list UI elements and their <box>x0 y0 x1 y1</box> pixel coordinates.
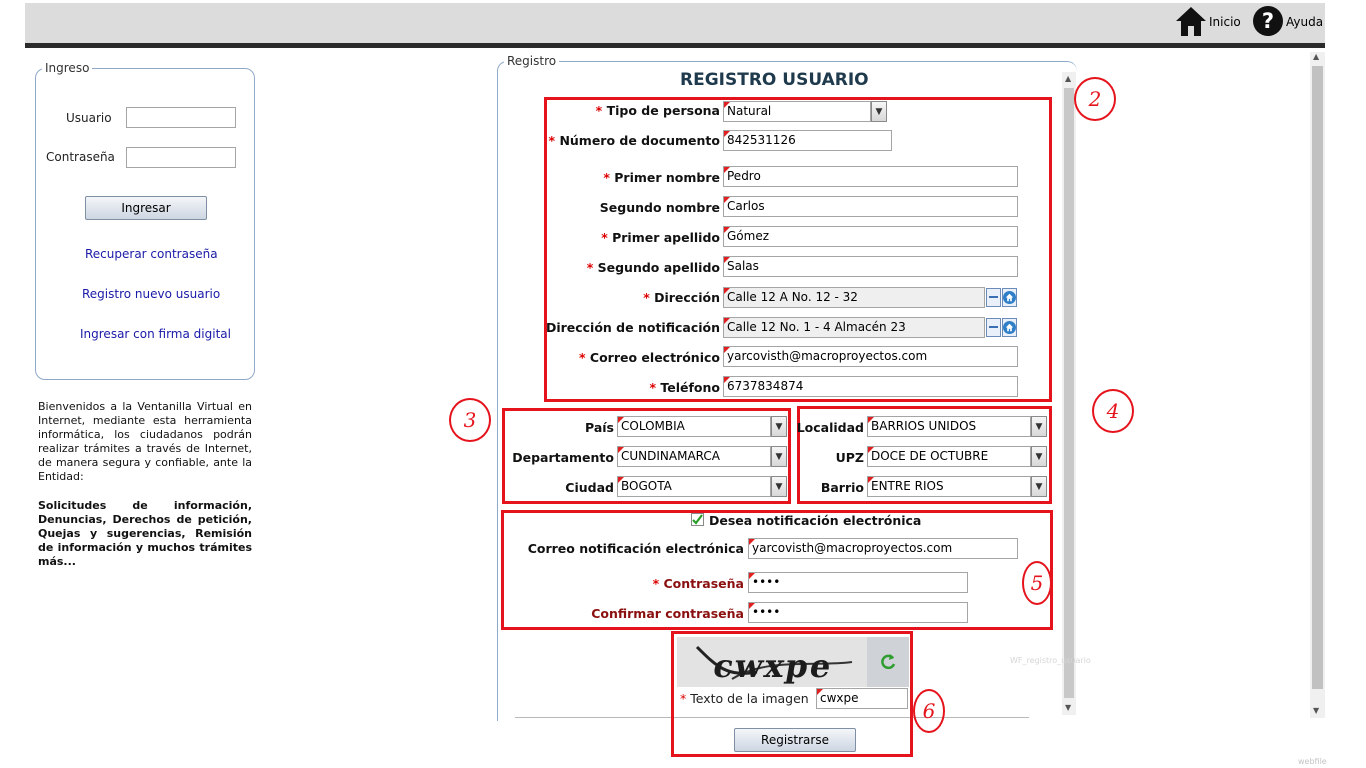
usuario-input[interactable] <box>126 107 236 128</box>
registro-nuevo-usuario-link[interactable]: Registro nuevo usuario <box>82 287 220 301</box>
direccion-notificacion-label: Dirección de notificación <box>545 320 720 335</box>
refresh-icon <box>881 654 896 670</box>
registro-legend: Registro <box>504 54 560 68</box>
scroll-up-arrow-icon[interactable]: ▲ <box>1313 52 1319 61</box>
telefono-label: * Teléfono <box>649 380 720 395</box>
barrio-label: Barrio <box>820 480 864 495</box>
captcha-input[interactable]: cwxpe <box>816 688 908 709</box>
captcha-text: cwxpe <box>711 647 836 685</box>
chevron-down-icon[interactable]: ▼ <box>771 476 787 497</box>
scroll-down-arrow-icon[interactable]: ▼ <box>1313 706 1319 715</box>
top-bar-divider <box>25 43 1325 48</box>
numero-documento-label: * Número de documento <box>548 133 720 148</box>
annotation-number-4: 4 <box>1092 389 1134 433</box>
form-scrollbar-thumb[interactable] <box>1064 88 1074 698</box>
chevron-down-icon[interactable]: ▼ <box>871 101 887 122</box>
top-bar <box>25 3 1325 43</box>
captcha-image: cwxpe <box>677 637 867 687</box>
ciudad-label: Ciudad <box>565 480 614 495</box>
notificacion-checkbox-label: Desea notificación electrónica <box>709 513 922 528</box>
pais-select[interactable]: COLOMBIA <box>617 416 771 437</box>
footer-ghost-text: webfile <box>1298 757 1327 766</box>
captcha-label: * Texto de la imagen <box>680 691 809 706</box>
ciudad-select[interactable]: BOGOTA <box>617 476 771 497</box>
tipo-persona-select[interactable]: Natural <box>723 101 871 122</box>
svg-text:?: ? <box>1262 9 1274 33</box>
form-scroll-down-icon[interactable]: ▼ <box>1065 703 1071 712</box>
inicio-label: Inicio <box>1209 15 1241 29</box>
chevron-down-icon[interactable]: ▼ <box>1031 416 1047 437</box>
direccion-label: * Dirección <box>643 290 720 305</box>
correo-notificacion-input[interactable]: yarcovisth@macroproyectos.com <box>748 538 1018 559</box>
contrasena-input[interactable] <box>126 147 236 168</box>
correo-notificacion-label: Correo notificación electrónica <box>527 541 744 556</box>
telefono-input[interactable]: 6737834874 <box>723 376 1018 397</box>
contrasena-label: Contraseña <box>46 150 115 164</box>
localidad-label: Localidad <box>796 420 864 435</box>
annotation-number-6: 6 <box>913 689 945 733</box>
notificacion-checkbox[interactable] <box>691 513 704 526</box>
confirmar-contrasena-input[interactable]: •••• <box>748 602 968 623</box>
direccion-input[interactable]: Calle 12 A No. 12 - 32 <box>723 287 985 308</box>
usuario-label: Usuario <box>66 111 112 125</box>
segundo-apellido-label: * Segundo apellido <box>586 260 720 275</box>
annotation-number-2: 2 <box>1074 77 1116 121</box>
page-title: REGISTRO USUARIO <box>680 70 869 90</box>
upz-label: UPZ <box>835 450 864 465</box>
annotation-number-5: 5 <box>1022 561 1052 605</box>
form-scroll-up-icon[interactable]: ▲ <box>1065 74 1071 83</box>
window-scrollbar[interactable] <box>1352 0 1366 768</box>
segundo-nombre-input[interactable]: Carlos <box>723 196 1018 217</box>
welcome-text: Bienvenidos a la Ventanilla Virtual en I… <box>38 400 252 483</box>
registrarse-button[interactable]: Registrarse <box>734 728 856 752</box>
primer-apellido-input[interactable]: Gómez <box>723 226 1018 247</box>
correo-input[interactable]: yarcovisth@macroproyectos.com <box>723 346 1018 367</box>
page-scrollbar-thumb[interactable] <box>1312 66 1323 689</box>
form-id-ghost-text: WF_registro_usuario <box>1010 656 1091 665</box>
checkmark-icon <box>692 514 703 525</box>
upz-select[interactable]: DOCE DE OCTUBRE <box>867 446 1031 467</box>
primer-apellido-label: * Primer apellido <box>601 230 720 245</box>
minus-icon[interactable] <box>986 318 1001 337</box>
home-address-icon[interactable] <box>1002 318 1017 337</box>
firma-digital-link[interactable]: Ingresar con firma digital <box>80 327 231 341</box>
confirmar-contrasena-label: Confirmar contraseña <box>591 606 744 621</box>
minus-icon[interactable] <box>986 288 1001 307</box>
tipo-persona-label: * Tipo de persona <box>595 103 720 118</box>
inicio-link[interactable]: Inicio <box>1175 6 1241 38</box>
localidad-select[interactable]: BARRIOS UNIDOS <box>867 416 1031 437</box>
correo-label: * Correo electrónico <box>579 350 720 365</box>
departamento-label: Departamento <box>512 450 614 465</box>
recuperar-contrasena-link[interactable]: Recuperar contraseña <box>85 247 218 261</box>
ingresar-button[interactable]: Ingresar <box>85 196 207 220</box>
primer-nombre-label: * Primer nombre <box>603 170 720 185</box>
ayuda-link[interactable]: ? Ayuda <box>1252 5 1324 40</box>
login-legend: Ingreso <box>42 61 93 75</box>
contrasena-registro-label: * Contraseña <box>652 576 744 591</box>
welcome-services-text: Solicitudes de información, Denuncias, D… <box>38 499 252 568</box>
ayuda-label: Ayuda <box>1286 15 1324 29</box>
chevron-down-icon[interactable]: ▼ <box>1031 446 1047 467</box>
departamento-select[interactable]: CUNDINAMARCA <box>617 446 771 467</box>
segundo-apellido-input[interactable]: Salas <box>723 256 1018 277</box>
barrio-select[interactable]: ENTRE RIOS <box>867 476 1031 497</box>
numero-documento-input[interactable]: 842531126 <box>723 130 892 151</box>
chevron-down-icon[interactable]: ▼ <box>771 446 787 467</box>
help-icon: ? <box>1252 5 1284 40</box>
primer-nombre-input[interactable]: Pedro <box>723 166 1018 187</box>
captcha-refresh-button[interactable] <box>867 637 909 687</box>
chevron-down-icon[interactable]: ▼ <box>1031 476 1047 497</box>
pais-label: País <box>585 420 614 435</box>
contrasena-registro-input[interactable]: •••• <box>748 572 968 593</box>
direccion-notificacion-input[interactable]: Calle 12 No. 1 - 4 Almacén 23 <box>723 317 985 338</box>
home-address-icon[interactable] <box>1002 288 1017 307</box>
chevron-down-icon[interactable]: ▼ <box>771 416 787 437</box>
annotation-number-3: 3 <box>449 398 491 442</box>
home-icon <box>1175 5 1207 40</box>
segundo-nombre-label: Segundo nombre <box>599 200 720 215</box>
